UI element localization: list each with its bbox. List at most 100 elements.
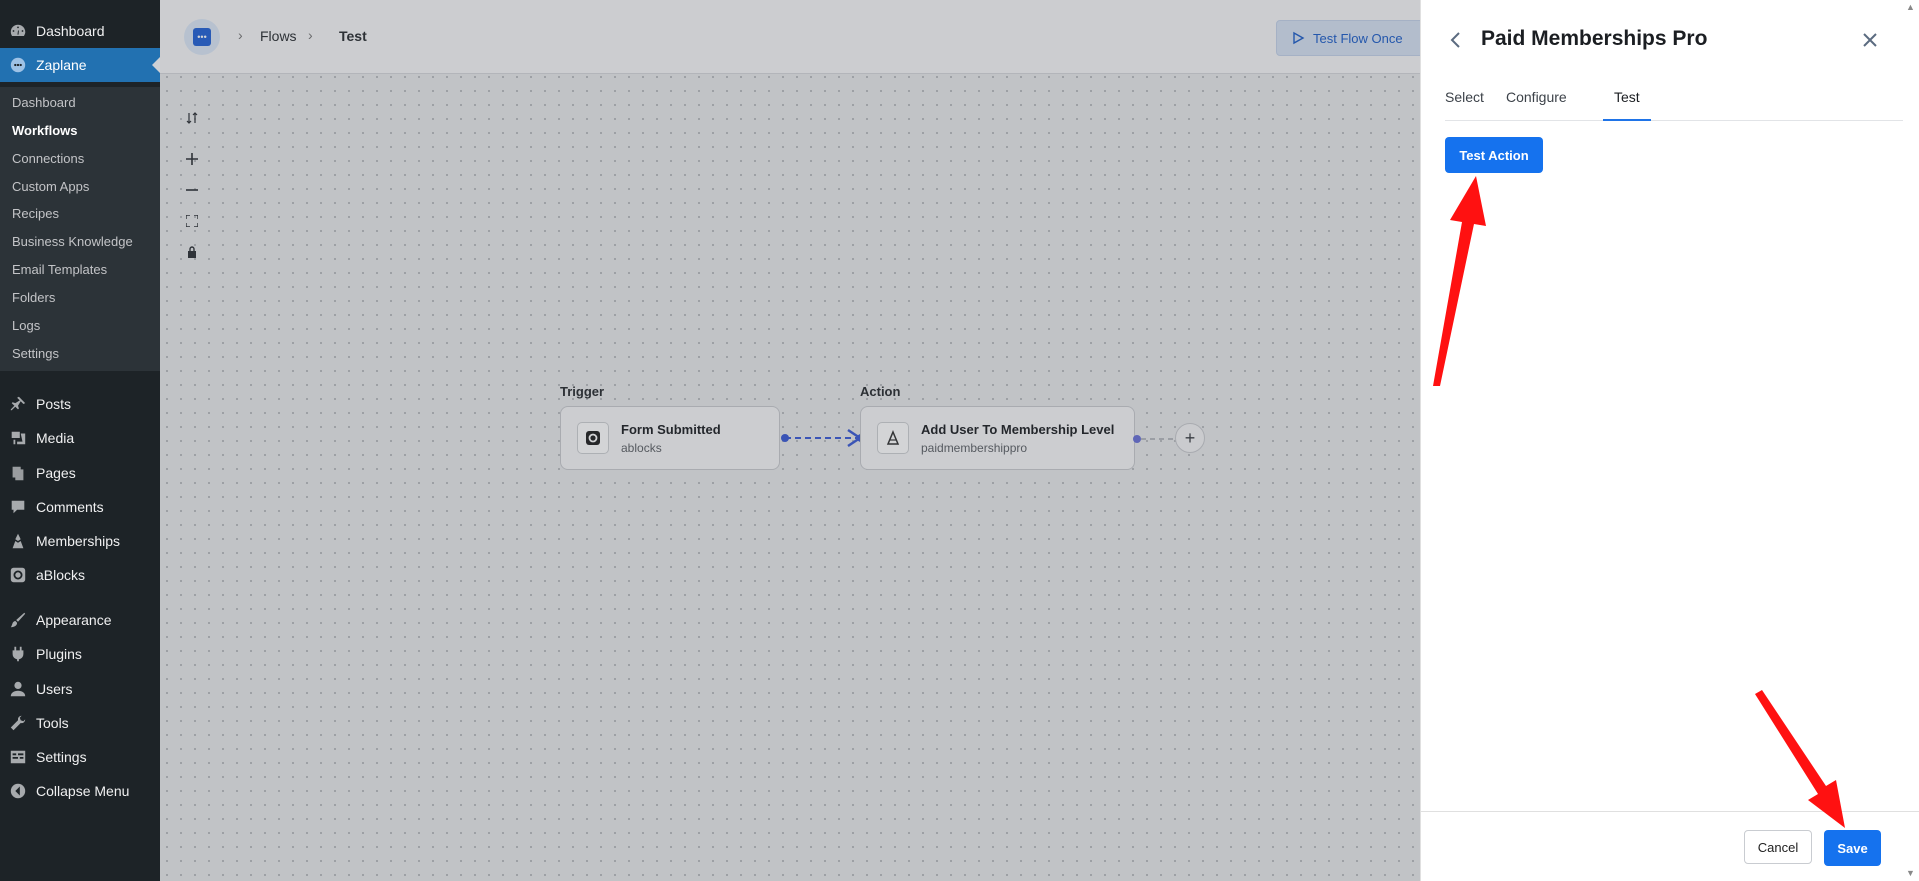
zoom-in-icon[interactable]: [182, 149, 202, 169]
menu-item-zaplane[interactable]: Zaplane: [0, 48, 160, 82]
menu-item-plugins[interactable]: Plugins: [0, 637, 160, 671]
ablocks-app-icon: [577, 422, 609, 454]
zaplane-icon: [0, 56, 36, 74]
save-button[interactable]: Save: [1824, 830, 1881, 866]
panel-footer: Cancel Save: [1421, 811, 1919, 881]
lock-icon[interactable]: [182, 242, 202, 262]
submenu-item-dashboard[interactable]: Dashboard: [12, 91, 76, 113]
submenu-label: Folders: [12, 289, 56, 305]
menu-item-posts[interactable]: Posts: [0, 387, 160, 421]
menu-item-dashboard[interactable]: Dashboard: [0, 14, 160, 48]
menu-item-appearance[interactable]: Appearance: [0, 603, 160, 637]
comment-icon: [0, 498, 36, 516]
submenu-item-workflows[interactable]: Workflows: [12, 119, 78, 141]
close-icon[interactable]: [1859, 29, 1881, 51]
menu-item-label: Users: [36, 681, 73, 697]
wrench-icon: [0, 714, 36, 732]
menu-item-label: Memberships: [36, 533, 121, 549]
cancel-button[interactable]: Cancel: [1744, 830, 1812, 864]
menu-item-label: Zaplane: [36, 57, 87, 73]
test-action-button[interactable]: Test Action: [1445, 137, 1543, 173]
menu-item-label: aBlocks: [36, 567, 86, 583]
submenu-item-connections[interactable]: Connections: [12, 147, 84, 169]
menu-item-settings[interactable]: Settings: [0, 740, 160, 774]
step-config-panel: Paid Memberships Pro Select Configure Te…: [1420, 0, 1919, 881]
submenu-label: Business Knowledge: [12, 233, 133, 249]
action-title: Add User To Membership Level: [921, 421, 1115, 437]
user-icon: [0, 680, 36, 698]
dashboard-icon: [0, 22, 36, 40]
breadcrumb-current-flow: Test: [339, 28, 367, 44]
workflow-canvas[interactable]: ••• › Flows › Test Test Flow Once Trigge…: [160, 0, 1426, 881]
paid-memberships-pro-app-icon: [877, 422, 909, 454]
zoom-out-icon[interactable]: [182, 180, 202, 200]
back-arrow-icon[interactable]: [1445, 29, 1467, 51]
submenu-item-custom-apps[interactable]: Custom Apps: [12, 175, 89, 197]
chevron-right-icon: ›: [308, 27, 313, 43]
submenu-item-settings[interactable]: Settings: [12, 342, 59, 364]
zaplane-logo-icon: •••: [193, 28, 211, 46]
menu-item-label: Settings: [36, 749, 87, 765]
menu-item-pages[interactable]: Pages: [0, 456, 160, 490]
submenu-item-logs[interactable]: Logs: [12, 314, 40, 336]
pin-icon: [0, 395, 36, 413]
tab-configure[interactable]: Configure: [1506, 89, 1567, 121]
flow-connector: [781, 428, 865, 448]
breadcrumb-flows[interactable]: Flows: [260, 28, 297, 44]
menu-item-label: Appearance: [36, 612, 112, 628]
action-app-name: paidmembershippro: [921, 440, 1028, 455]
menu-item-users[interactable]: Users: [0, 672, 160, 706]
action-node[interactable]: Add User To Membership Level paidmembers…: [860, 406, 1135, 470]
fit-view-icon[interactable]: [182, 211, 202, 231]
menu-item-tools[interactable]: Tools: [0, 706, 160, 740]
trigger-section-label: Trigger: [560, 384, 605, 399]
tab-select[interactable]: Select: [1445, 89, 1484, 121]
add-step-button[interactable]: +: [1175, 423, 1205, 453]
menu-item-label: Comments: [36, 499, 104, 515]
submenu-item-folders[interactable]: Folders: [12, 286, 55, 308]
plus-icon: +: [1184, 427, 1196, 448]
media-icon: [0, 429, 36, 447]
trigger-app-name: ablocks: [621, 440, 662, 455]
auto-layout-icon[interactable]: [182, 108, 202, 128]
submenu-label: Settings: [12, 345, 59, 361]
ablocks-icon: [0, 566, 36, 584]
submenu-item-email-templates[interactable]: Email Templates: [12, 258, 107, 280]
zaplane-submenu: Dashboard Workflows Connections Custom A…: [0, 87, 160, 371]
submenu-label: Connections: [12, 150, 85, 166]
test-flow-once-button[interactable]: Test Flow Once: [1276, 20, 1426, 56]
collapse-menu-button[interactable]: Collapse Menu: [0, 774, 160, 808]
submenu-label: Logs: [12, 317, 41, 333]
action-out-connector: [1133, 435, 1178, 443]
menu-item-memberships[interactable]: Memberships: [0, 524, 160, 558]
panel-title: Paid Memberships Pro: [1481, 27, 1708, 50]
submenu-label: Dashboard: [12, 94, 76, 110]
menu-item-label: Dashboard: [36, 23, 105, 39]
menu-item-media[interactable]: Media: [0, 421, 160, 455]
play-icon: [1293, 31, 1305, 45]
menu-item-label: Tools: [36, 715, 69, 731]
menu-item-label: Collapse Menu: [36, 783, 130, 799]
submenu-item-business-knowledge[interactable]: Business Knowledge: [12, 230, 133, 252]
settings-icon: [0, 748, 36, 766]
chevron-right-icon: ›: [238, 27, 243, 43]
pages-icon: [0, 464, 36, 482]
submenu-label: Workflows: [12, 122, 78, 138]
app-logo-button[interactable]: •••: [184, 19, 220, 55]
test-flow-label: Test Flow Once: [1313, 30, 1403, 46]
trigger-node[interactable]: Form Submitted ablocks: [560, 406, 780, 470]
scrollbar-up-arrow[interactable]: ▲: [1906, 2, 1916, 12]
panel-tabs: Select Configure Test: [1445, 83, 1903, 121]
brush-icon: [0, 611, 36, 629]
menu-item-ablocks[interactable]: aBlocks: [0, 558, 160, 592]
memberships-icon: [0, 532, 36, 550]
menu-item-comments[interactable]: Comments: [0, 490, 160, 524]
tab-test[interactable]: Test: [1603, 89, 1651, 121]
collapse-icon: [0, 782, 36, 800]
trigger-title: Form Submitted: [621, 421, 721, 437]
action-section-label: Action: [860, 384, 901, 399]
admin-sidebar: Dashboard Zaplane Dashboard Workflows Co…: [0, 0, 160, 881]
submenu-item-recipes[interactable]: Recipes: [12, 202, 59, 224]
workflow-topbar: ••• › Flows › Test Test Flow Once: [160, 0, 1426, 74]
menu-item-label: Posts: [36, 396, 72, 412]
